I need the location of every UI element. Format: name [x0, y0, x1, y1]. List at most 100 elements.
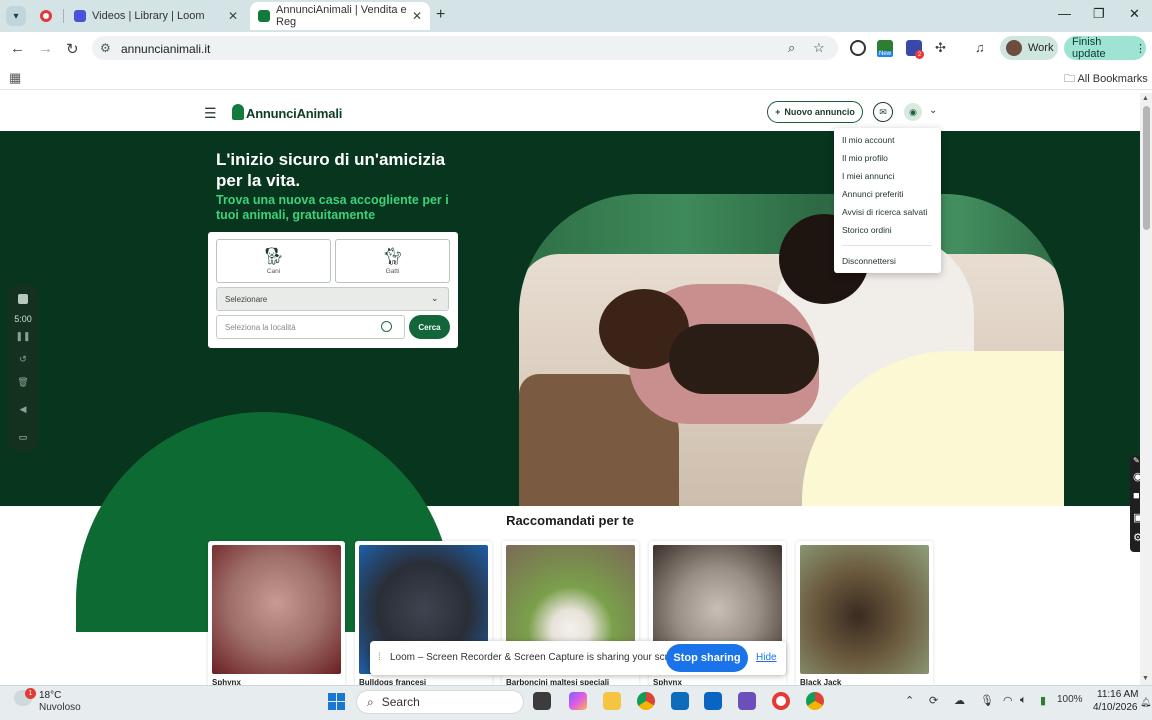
site-logo[interactable]: AnnunciAnimali — [246, 106, 342, 121]
finish-update-label: Finish update — [1072, 36, 1106, 60]
menu-item-favorites[interactable]: Annunci preferiti — [842, 189, 903, 199]
pause-icon[interactable]: ❚❚ — [8, 331, 38, 342]
menu-item-my-ads[interactable]: I miei annunci — [842, 171, 894, 181]
weather-temperature[interactable]: 18°C — [39, 690, 61, 701]
search-icon: ⌕ — [367, 694, 374, 709]
hero-photo — [519, 194, 1064, 506]
menu-item-profile[interactable]: Il mio profilo — [842, 153, 888, 163]
apps-grid-icon[interactable]: ▦ — [9, 70, 21, 86]
task-view-icon[interactable] — [533, 692, 551, 710]
menu-item-saved-searches[interactable]: Avvisi di ricerca salvati — [842, 207, 927, 217]
url-text[interactable]: annuncianimali.it — [121, 42, 210, 56]
menu-item-order-history[interactable]: Storico ordini — [842, 225, 892, 235]
minimize-icon[interactable]: — — [1058, 6, 1071, 21]
extension-icon[interactable] — [850, 40, 866, 56]
logo-icon[interactable] — [232, 104, 244, 120]
tab-search-button[interactable]: ▾ — [6, 6, 26, 26]
cloud-off-icon[interactable]: ☁ — [954, 694, 965, 707]
outlook-icon[interactable] — [704, 692, 722, 710]
listing-photo[interactable] — [212, 545, 341, 674]
hamburger-menu-icon[interactable]: ☰ — [204, 105, 217, 122]
snipping-tool-icon[interactable] — [738, 692, 756, 710]
media-controls-icon[interactable]: ♫ — [975, 40, 985, 55]
user-avatar[interactable]: ◉ — [904, 103, 922, 121]
zoom-icon[interactable]: ⌕ — [788, 40, 795, 56]
scrollbar-thumb[interactable] — [1143, 106, 1150, 230]
more-vert-icon[interactable]: ⋮ — [1135, 42, 1146, 55]
finish-update-button[interactable]: Finish update ⋮ — [1064, 36, 1146, 60]
extensions-puzzle-icon[interactable]: ✣ — [935, 40, 946, 56]
dog-icon: 🐕︎ — [262, 246, 285, 266]
camera-toggle-icon[interactable]: ▭ — [8, 432, 38, 443]
record-icon — [40, 10, 52, 22]
recommendations-title: Raccomandati per te — [506, 513, 634, 528]
close-tab-icon[interactable]: ✕ — [412, 9, 422, 23]
chrome-profile-icon[interactable] — [806, 692, 824, 710]
all-bookmarks[interactable]: 🗀 All Bookmarks — [1064, 70, 1148, 89]
site-settings-icon[interactable]: ⚙ — [100, 41, 111, 55]
menu-item-account[interactable]: Il mio account — [842, 135, 894, 145]
folder-icon: 🗀 — [1064, 73, 1075, 85]
new-tab-icon[interactable]: + — [436, 6, 445, 24]
close-window-icon[interactable]: ✕ — [1129, 6, 1140, 22]
drag-handle-icon[interactable]: ⁞ — [378, 652, 381, 663]
listing-card[interactable]: Black Jack — [796, 541, 933, 691]
stop-recording-icon[interactable] — [18, 294, 28, 304]
scroll-up-icon[interactable]: ▲ — [1142, 95, 1149, 102]
forward-icon[interactable]: → — [38, 40, 53, 57]
location-input[interactable]: Seleziona la località — [216, 315, 405, 339]
weather-description[interactable]: Nuvoloso — [39, 702, 81, 713]
listing-card[interactable]: Sphynx — [208, 541, 345, 691]
reload-icon[interactable]: ↻ — [66, 40, 79, 58]
scroll-down-icon[interactable]: ▼ — [1142, 675, 1149, 682]
draw-icon[interactable]: ◀ — [8, 404, 38, 415]
messages-icon[interactable]: ✉ — [873, 102, 893, 122]
clock-time[interactable]: 11:16 AM — [1097, 689, 1139, 700]
locate-me-icon[interactable] — [381, 321, 392, 332]
notifications-icon[interactable]: 🔔︎ — [1140, 697, 1151, 708]
tab-loom[interactable]: Videos | Library | Loom ✕ — [66, 2, 246, 30]
count-badge: 2 — [915, 50, 924, 59]
delete-icon[interactable]: 🗑︎ — [8, 377, 38, 388]
windows-start-icon[interactable] — [328, 693, 345, 710]
new-ad-label: Nuovo annuncio — [784, 107, 855, 117]
option-dogs[interactable]: 🐕︎ Cani — [216, 239, 331, 283]
taskbar-search[interactable]: ⌕ Search — [356, 690, 524, 714]
tray-overflow-icon[interactable]: ⌃ — [905, 694, 914, 707]
site-logo-icon — [258, 10, 270, 22]
store-icon[interactable] — [671, 692, 689, 710]
pin-icon[interactable]: ✎ — [1133, 456, 1140, 465]
maximize-icon[interactable]: ❐ — [1093, 6, 1105, 22]
clock-date[interactable]: 4/10/2026 — [1093, 702, 1138, 713]
wifi-icon[interactable]: ◠ — [1003, 694, 1013, 707]
profile-label: Work — [1028, 42, 1054, 54]
video-icon[interactable]: ■ — [1133, 490, 1140, 502]
menu-item-logout[interactable]: Disconnettersi — [842, 256, 896, 266]
battery-icon[interactable]: ▮ — [1040, 694, 1046, 707]
new-ad-button[interactable]: + Nuovo annuncio — [767, 101, 863, 123]
copilot-icon[interactable] — [569, 692, 587, 710]
tab-annuncianimali[interactable]: AnnunciAnimali | Vendita e Reg ✕ — [250, 2, 430, 30]
back-icon[interactable]: ← — [10, 40, 25, 57]
hide-link[interactable]: Hide — [756, 652, 777, 663]
chrome-icon[interactable] — [637, 692, 655, 710]
sync-icon[interactable]: ⟳ — [929, 694, 938, 707]
bookmark-star-icon[interactable]: ☆ — [813, 40, 825, 56]
listing-photo[interactable] — [800, 545, 929, 674]
microphone-icon[interactable]: 🎙︎ — [980, 694, 994, 707]
breed-select[interactable]: Selezionare — [216, 287, 449, 311]
plus-icon: + — [775, 107, 781, 117]
search-button[interactable]: Cerca — [409, 315, 450, 339]
hero-subtitle: Trova una nuova casa accogliente per i t… — [216, 193, 449, 222]
stop-sharing-button[interactable]: Stop sharing — [666, 644, 748, 672]
recorder-app-icon[interactable] — [772, 692, 790, 710]
volume-icon[interactable]: 🔈︎ — [1020, 694, 1027, 707]
close-tab-icon[interactable]: ✕ — [228, 9, 238, 23]
chevron-down-icon[interactable]: ⌄ — [929, 105, 937, 116]
option-cats[interactable]: 🐈︎ Gatti — [335, 239, 450, 283]
profile-chip[interactable]: Work — [1000, 36, 1058, 60]
tab-pinned[interactable] — [32, 2, 62, 30]
file-explorer-icon[interactable] — [603, 692, 621, 710]
restart-icon[interactable]: ↺ — [8, 354, 38, 365]
all-bookmarks-label: All Bookmarks — [1077, 73, 1148, 85]
